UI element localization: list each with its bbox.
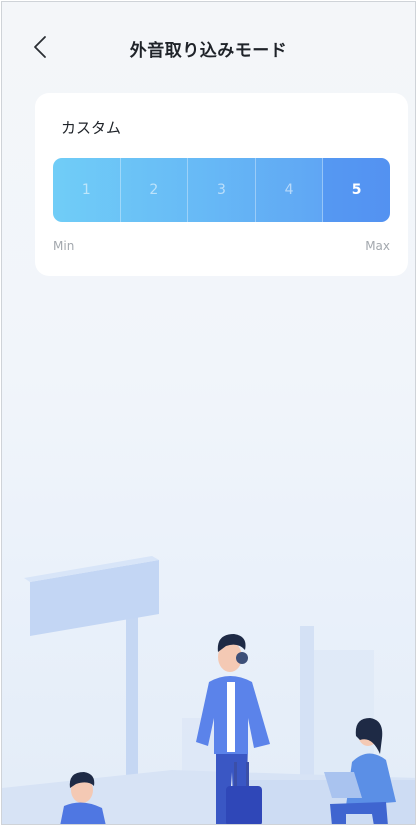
screen: 外音取り込みモード カスタム 1 2 3 4 5 Min Max (1, 1, 416, 825)
level-1-button[interactable]: 1 (53, 158, 121, 222)
mode-card: カスタム 1 2 3 4 5 Min Max (35, 93, 408, 276)
airport-illustration (2, 556, 415, 824)
header: 外音取り込みモード (2, 2, 415, 92)
man-shirt (227, 682, 235, 752)
level-2-button[interactable]: 2 (121, 158, 189, 222)
page-title: 外音取り込みモード (129, 41, 288, 61)
min-label: Min (53, 239, 75, 253)
level-5-button[interactable]: 5 (323, 158, 390, 222)
headphones-icon (236, 652, 248, 664)
signboard (30, 560, 159, 636)
suitcase-handle (246, 762, 249, 788)
level-selector[interactable]: 1 2 3 4 5 (53, 158, 390, 222)
card-title: カスタム (61, 119, 122, 137)
level-3-button[interactable]: 3 (188, 158, 256, 222)
max-label: Max (365, 239, 390, 253)
suitcase-handle (234, 762, 237, 788)
suitcase (226, 786, 262, 824)
level-4-button[interactable]: 4 (256, 158, 324, 222)
